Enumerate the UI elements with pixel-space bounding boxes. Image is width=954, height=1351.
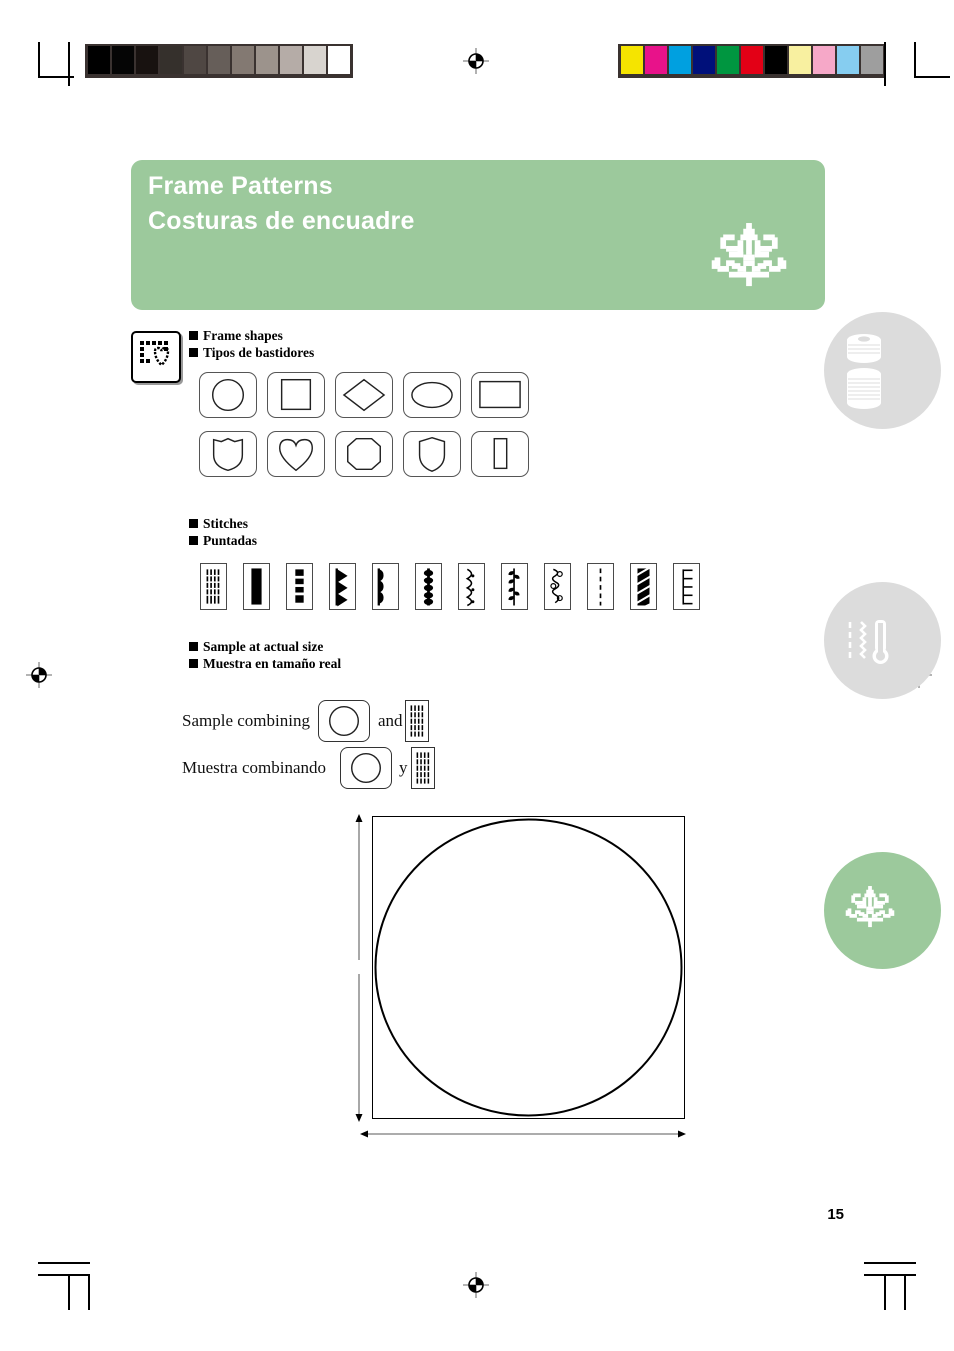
grayscale-swatch [112, 46, 134, 74]
color-swatch [693, 46, 715, 74]
sample-row-en-prefix: Sample combining [182, 711, 310, 730]
crop-mark-icon [88, 1274, 90, 1310]
needle-thermometer-icon [848, 620, 889, 664]
registration-target-icon [463, 48, 489, 74]
stitch-tile-wave-dot[interactable] [458, 563, 485, 610]
bullet-square-icon [189, 519, 198, 528]
crop-mark-icon [864, 1262, 916, 1264]
grayscale-swatch [184, 46, 206, 74]
page-title: Frame Patterns Costuras de encuadre [148, 172, 415, 235]
shape-tile-circle[interactable] [199, 372, 257, 418]
horizontal-dimension-arrow [360, 1130, 686, 1138]
grayscale-swatch [88, 46, 110, 74]
needle-stitch-bubble [824, 582, 941, 699]
crop-mark-icon [864, 1274, 916, 1276]
sample-row-es-prefix: Muestra combinando [182, 758, 326, 777]
grayscale-swatch [280, 46, 302, 74]
stitch-tile-scallop[interactable] [372, 563, 399, 610]
color-swatch [621, 46, 643, 74]
stitch-tile-ladder[interactable] [673, 563, 700, 610]
crop-mark-icon [68, 42, 70, 86]
stitch-tile-vine[interactable] [501, 563, 528, 610]
crop-mark-icon [38, 1262, 90, 1264]
sample-row-es-joiner: y [399, 758, 408, 777]
color-swatch [837, 46, 859, 74]
stitch-tile-diagonal[interactable] [630, 563, 657, 610]
sample-heading-es: Muestra en tamaño real [189, 655, 341, 672]
color-swatch [813, 46, 835, 74]
color-swatch [741, 46, 763, 74]
grayscale-swatch [160, 46, 182, 74]
frame-shapes-heading-es: Tipos de bastidores [189, 344, 314, 361]
frame-shapes-heading-en: Frame shapes [189, 327, 283, 344]
grayscale-swatch [136, 46, 158, 74]
stitch-tile-bead[interactable] [415, 563, 442, 610]
grayscale-calibration-bar [85, 44, 353, 78]
shape-tile-shield[interactable] [403, 431, 461, 477]
crop-mark-icon [914, 76, 950, 78]
crop-mark-icon [884, 1274, 886, 1310]
color-swatch [717, 46, 739, 74]
thread-spool-icon [847, 334, 881, 409]
sample-row-en-joiner: and [378, 711, 403, 730]
stitches-heading-en: Stitches [189, 515, 248, 532]
color-swatch [645, 46, 667, 74]
color-swatch [765, 46, 787, 74]
grayscale-swatch [328, 46, 350, 74]
sample-shape-circle-en[interactable] [318, 700, 370, 742]
shape-tile-diamond[interactable] [335, 372, 393, 418]
grayscale-swatch [208, 46, 230, 74]
shape-tile-square[interactable] [267, 372, 325, 418]
grayscale-swatch [304, 46, 326, 74]
sample-stitch-es[interactable] [411, 747, 435, 789]
crop-mark-icon [904, 1274, 906, 1310]
page-header-banner: Frame Patterns Costuras de encuadre [131, 160, 825, 310]
shape-tile-heart[interactable] [267, 431, 325, 477]
shape-tile-crest[interactable] [199, 431, 257, 477]
embroidery-flourish-icon [711, 223, 787, 287]
bullet-square-icon [189, 536, 198, 545]
stitch-tile-dashed[interactable] [587, 563, 614, 610]
color-calibration-bar [618, 44, 886, 78]
crop-mark-icon [884, 42, 886, 86]
color-swatch [789, 46, 811, 74]
stitch-tile-satin[interactable] [243, 563, 270, 610]
bullet-square-icon [189, 642, 198, 651]
stitch-tile-multiline[interactable] [200, 563, 227, 610]
shape-tile-octagon[interactable] [335, 431, 393, 477]
ornament-bubble [824, 852, 941, 969]
stitches-heading-es: Puntadas [189, 532, 257, 549]
sample-stitch-en[interactable] [405, 700, 429, 742]
stitch-tile-scroll[interactable] [544, 563, 571, 610]
grayscale-swatch [256, 46, 278, 74]
thread-spools-bubble [824, 312, 941, 429]
page-number: 15 [827, 1206, 844, 1223]
crop-mark-icon [38, 42, 40, 78]
stitch-tile-blocks[interactable] [286, 563, 313, 610]
stitch-tile-triangle[interactable] [329, 563, 356, 610]
color-swatch [669, 46, 691, 74]
sample-heading-en: Sample at actual size [189, 638, 323, 655]
grayscale-swatch [232, 46, 254, 74]
crop-mark-icon [914, 42, 916, 78]
embroidery-flourish-icon [845, 886, 895, 928]
vertical-dimension-arrow [355, 814, 363, 1122]
circle-in-square-drawing [374, 818, 683, 1117]
shape-tile-rectangle[interactable] [471, 372, 529, 418]
registration-target-icon [463, 1272, 489, 1298]
shape-tile-ellipse[interactable] [403, 372, 461, 418]
crop-mark-icon [68, 1274, 70, 1310]
color-swatch [861, 46, 883, 74]
shape-tile-vertical-bar[interactable] [471, 431, 529, 477]
crop-mark-icon [38, 1274, 90, 1276]
bullet-square-icon [189, 659, 198, 668]
registration-target-icon [26, 662, 52, 688]
sample-shape-circle-es[interactable] [340, 747, 392, 789]
bullet-square-icon [189, 331, 198, 340]
frame-shapes-button-icon[interactable] [131, 331, 181, 383]
bullet-square-icon [189, 348, 198, 357]
